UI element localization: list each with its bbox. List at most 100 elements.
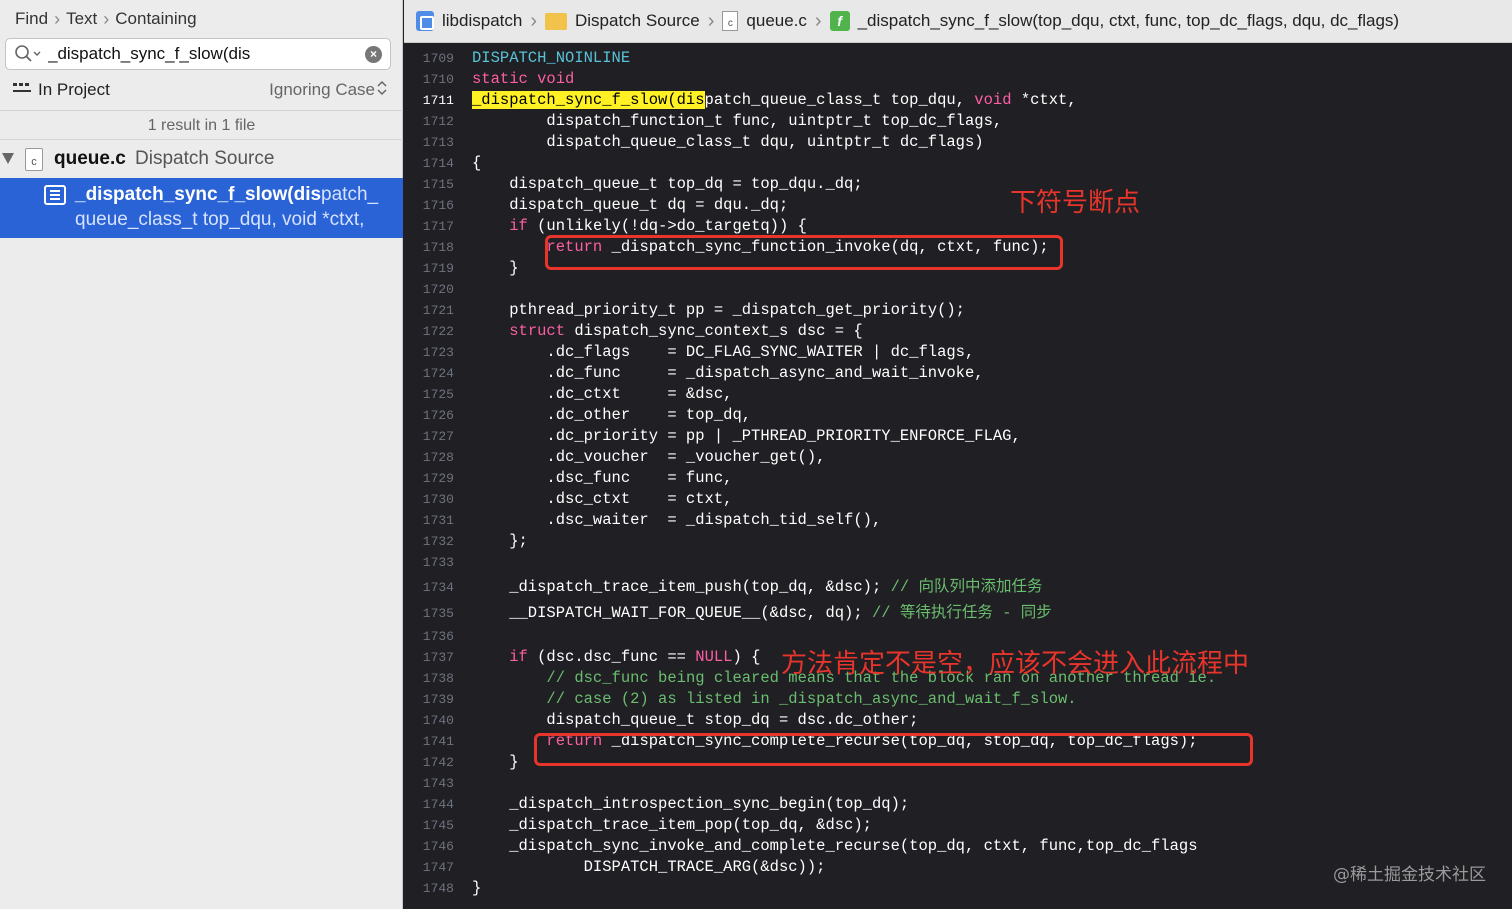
code-line[interactable]: 1744 _dispatch_introspection_sync_begin(…: [404, 794, 1512, 815]
line-number[interactable]: 1730: [404, 489, 454, 510]
line-number[interactable]: 1718: [404, 237, 454, 258]
line-number[interactable]: 1720: [404, 279, 454, 300]
search-input[interactable]: [48, 43, 358, 65]
code-line[interactable]: 1728 .dc_voucher = _voucher_get(),: [404, 447, 1512, 468]
code-text: __DISPATCH_WAIT_FOR_QUEUE__(&dsc, dq); /…: [472, 603, 1052, 624]
line-number[interactable]: 1724: [404, 363, 454, 384]
code-line[interactable]: 1727 .dc_priority = pp | _PTHREAD_PRIORI…: [404, 426, 1512, 447]
line-number[interactable]: 1742: [404, 752, 454, 773]
line-number[interactable]: 1741: [404, 731, 454, 752]
code-line[interactable]: 1732 };: [404, 531, 1512, 552]
code-line[interactable]: 1726 .dc_other = top_dq,: [404, 405, 1512, 426]
code-line[interactable]: 1710 static void: [404, 69, 1512, 90]
code-line[interactable]: 1731 .dsc_waiter = _dispatch_tid_self(),: [404, 510, 1512, 531]
code-token: }: [472, 259, 519, 277]
code-line[interactable]: 1713 dispatch_queue_class_t dqu, uintptr…: [404, 132, 1512, 153]
line-number[interactable]: 1726: [404, 405, 454, 426]
code-line[interactable]: 1729 .dsc_func = func,: [404, 468, 1512, 489]
line-number[interactable]: 1712: [404, 111, 454, 132]
line-number[interactable]: 1710: [404, 69, 454, 90]
code-line[interactable]: 1722 struct dispatch_sync_context_s dsc …: [404, 321, 1512, 342]
code-text: .dc_flags = DC_FLAG_SYNC_WAITER | dc_fla…: [472, 342, 974, 363]
line-number[interactable]: 1722: [404, 321, 454, 342]
line-number[interactable]: 1728: [404, 447, 454, 468]
code-line[interactable]: 1711 _dispatch_sync_f_slow(dispatch_queue…: [404, 90, 1512, 111]
code-line[interactable]: 1724 .dc_func = _dispatch_async_and_wait…: [404, 363, 1512, 384]
line-number[interactable]: 1736: [404, 626, 454, 647]
jump-bar-project[interactable]: libdispatch: [416, 11, 522, 31]
line-number[interactable]: 1735: [404, 603, 454, 624]
line-number[interactable]: 1723: [404, 342, 454, 363]
line-number[interactable]: 1748: [404, 878, 454, 899]
code-line[interactable]: 1714 {: [404, 153, 1512, 174]
line-number[interactable]: 1713: [404, 132, 454, 153]
line-number[interactable]: 1740: [404, 710, 454, 731]
line-number[interactable]: 1732: [404, 531, 454, 552]
up-down-chevron-icon[interactable]: [377, 79, 387, 97]
scope-selector[interactable]: In Project: [38, 80, 110, 100]
code-line[interactable]: 1739 // case (2) as listed in _dispatch_…: [404, 689, 1512, 710]
find-mode-text[interactable]: Text: [66, 9, 97, 29]
line-number[interactable]: 1743: [404, 773, 454, 794]
find-mode-containing[interactable]: Containing: [115, 9, 196, 29]
line-number[interactable]: 1733: [404, 552, 454, 573]
line-number[interactable]: 1717: [404, 216, 454, 237]
code-line[interactable]: 1717 if (unlikely(!dq->do_targetq)) {: [404, 216, 1512, 237]
code-line[interactable]: 1716 dispatch_queue_t dq = dqu._dq;: [404, 195, 1512, 216]
line-number[interactable]: 1738: [404, 668, 454, 689]
scope-icon[interactable]: [13, 83, 31, 95]
jump-bar-function[interactable]: f _dispatch_sync_f_slow(top_dqu, ctxt, f…: [829, 11, 1400, 31]
jump-bar-folder-label: Dispatch Source: [575, 11, 700, 30]
code-line[interactable]: 1733: [404, 552, 1512, 573]
line-number[interactable]: 1747: [404, 857, 454, 878]
line-number[interactable]: 1739: [404, 689, 454, 710]
search-icon[interactable]: [14, 44, 42, 64]
code-line[interactable]: 1720: [404, 279, 1512, 300]
jump-bar-folder[interactable]: Dispatch Source: [545, 11, 700, 31]
result-file-row[interactable]: c queue.c Dispatch Source: [0, 144, 403, 176]
code-line[interactable]: 1734 _dispatch_trace_item_push(top_dq, &…: [404, 577, 1512, 598]
line-number[interactable]: 1711: [404, 90, 454, 111]
code-line[interactable]: 1723 .dc_flags = DC_FLAG_SYNC_WAITER | d…: [404, 342, 1512, 363]
line-number[interactable]: 1729: [404, 468, 454, 489]
code-line[interactable]: 1730 .dsc_ctxt = ctxt,: [404, 489, 1512, 510]
code-line[interactable]: 1746 _dispatch_sync_invoke_and_complete_…: [404, 836, 1512, 857]
line-number[interactable]: 1734: [404, 577, 454, 598]
line-number[interactable]: 1725: [404, 384, 454, 405]
search-field[interactable]: ×: [5, 38, 391, 70]
code-token: dispatch_queue_class_t dqu, uintptr_t dc…: [472, 133, 984, 151]
code-line[interactable]: 1743: [404, 773, 1512, 794]
disclosure-triangle-icon[interactable]: [2, 153, 14, 164]
code-line[interactable]: 1725 .dc_ctxt = &dsc,: [404, 384, 1512, 405]
code-line[interactable]: 1709 DISPATCH_NOINLINE: [404, 48, 1512, 69]
line-number[interactable]: 1744: [404, 794, 454, 815]
line-number[interactable]: 1727: [404, 426, 454, 447]
line-number[interactable]: 1716: [404, 195, 454, 216]
clear-search-icon[interactable]: ×: [365, 46, 382, 63]
code-line[interactable]: 1721 pthread_priority_t pp = _dispatch_g…: [404, 300, 1512, 321]
find-mode-find[interactable]: Find: [15, 9, 48, 29]
search-result-item[interactable]: _dispatch_sync_f_slow(dispatch_ queue_cl…: [0, 178, 403, 238]
line-number[interactable]: 1721: [404, 300, 454, 321]
code-line[interactable]: 1740 dispatch_queue_t stop_dq = dsc.dc_o…: [404, 710, 1512, 731]
jump-bar-function-label: _dispatch_sync_f_slow(top_dqu, ctxt, fun…: [857, 11, 1400, 30]
line-number[interactable]: 1745: [404, 815, 454, 836]
code-token: (dsc.dsc_func ==: [527, 648, 696, 666]
line-number[interactable]: 1737: [404, 647, 454, 668]
line-number[interactable]: 1709: [404, 48, 454, 69]
code-line[interactable]: 1712 dispatch_function_t func, uintptr_t…: [404, 111, 1512, 132]
jump-bar-file[interactable]: c queue.c: [722, 11, 807, 31]
source-editor[interactable]: 1709 DISPATCH_NOINLINE 1710 static void 1711…: [404, 44, 1512, 909]
code-line[interactable]: 1745 _dispatch_trace_item_pop(top_dq, &d…: [404, 815, 1512, 836]
code-line[interactable]: 1715 dispatch_queue_t top_dq = top_dqu._…: [404, 174, 1512, 195]
line-number[interactable]: 1714: [404, 153, 454, 174]
c-file-icon: c: [25, 148, 43, 171]
line-number[interactable]: 1715: [404, 174, 454, 195]
case-sensitivity-selector[interactable]: Ignoring Case: [269, 80, 375, 100]
line-number[interactable]: 1731: [404, 510, 454, 531]
code-token: .dsc_waiter = _dispatch_tid_self(),: [472, 511, 882, 529]
line-number[interactable]: 1746: [404, 836, 454, 857]
code-token: DISPATCH_NOINLINE: [472, 49, 631, 67]
code-line[interactable]: 1735 __DISPATCH_WAIT_FOR_QUEUE__(&dsc, d…: [404, 603, 1512, 624]
line-number[interactable]: 1719: [404, 258, 454, 279]
